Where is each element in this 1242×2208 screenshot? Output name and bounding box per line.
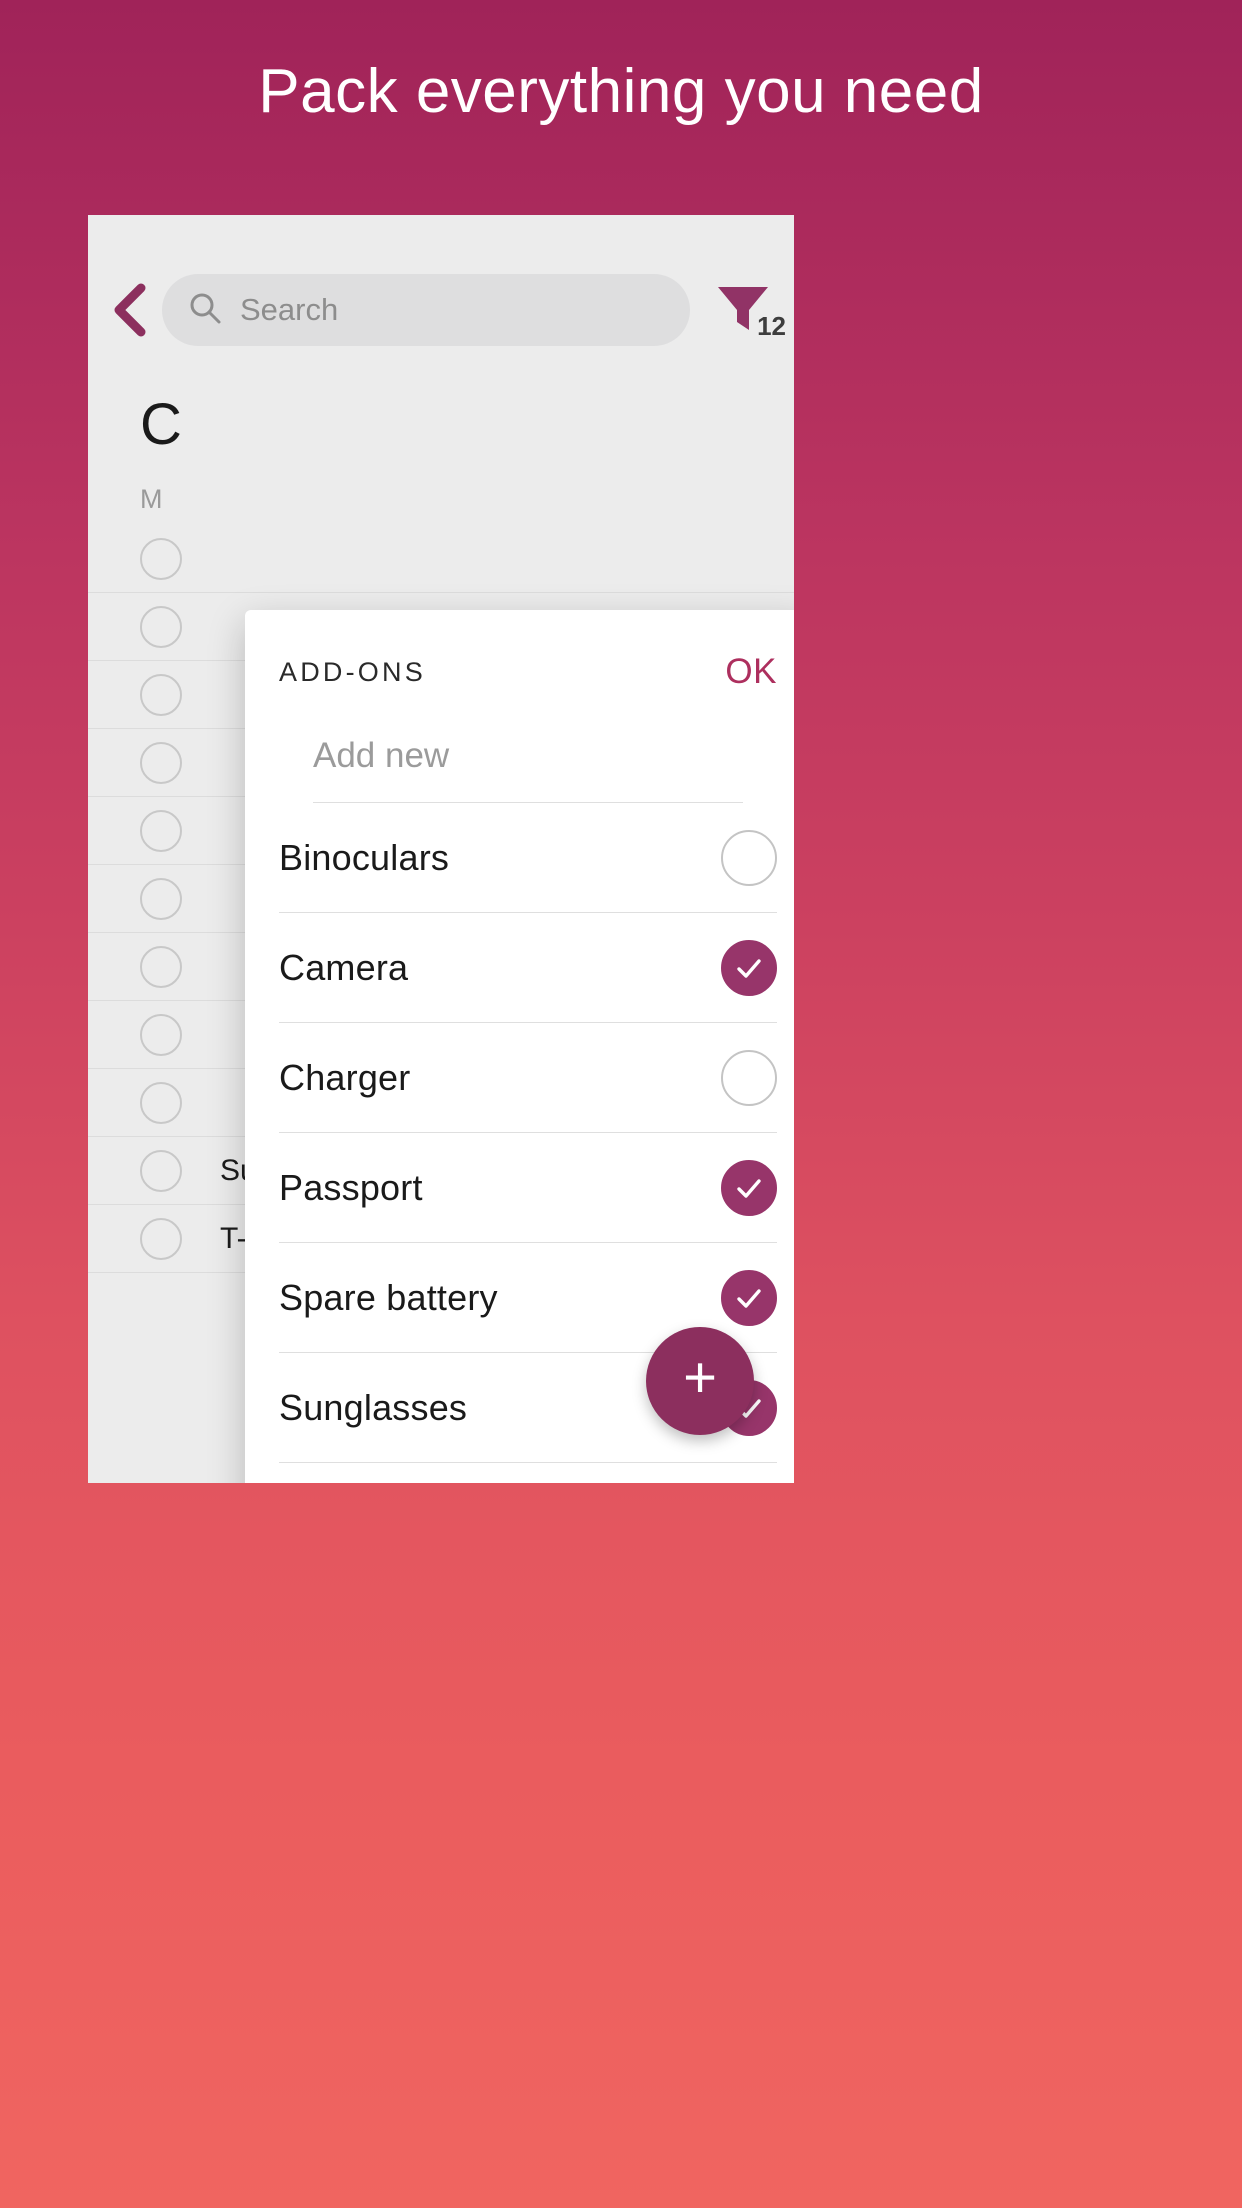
filter-button[interactable]: 12 bbox=[712, 277, 786, 344]
checkbox-circle-icon[interactable] bbox=[140, 877, 182, 920]
checkbox-circle-icon[interactable] bbox=[140, 1013, 182, 1056]
addon-row-passport[interactable]: Passport bbox=[279, 1133, 777, 1243]
checkbox-circle-icon[interactable] bbox=[140, 1149, 182, 1192]
addon-row-camera[interactable]: Camera bbox=[279, 913, 777, 1023]
plus-icon: + bbox=[683, 1345, 717, 1410]
addon-row-binoculars[interactable]: Binoculars bbox=[279, 803, 777, 913]
add-new-input[interactable]: Add new bbox=[313, 714, 743, 803]
background-row[interactable] bbox=[88, 525, 794, 593]
chevron-left-icon bbox=[109, 282, 149, 338]
addon-label: Spare battery bbox=[279, 1276, 498, 1318]
addon-label: Charger bbox=[279, 1056, 411, 1098]
filter-count-badge: 12 bbox=[757, 310, 786, 341]
search-icon bbox=[188, 291, 222, 330]
check-icon bbox=[737, 1178, 761, 1198]
dialog-header: ADD-ONS OK bbox=[245, 610, 794, 714]
checkbox-circle-icon[interactable] bbox=[140, 809, 182, 852]
add-item-fab[interactable]: + bbox=[646, 1327, 754, 1435]
check-icon bbox=[737, 1288, 761, 1308]
dialog-title: ADD-ONS bbox=[279, 656, 426, 687]
background-title: C bbox=[140, 392, 182, 457]
checkbox-camera[interactable] bbox=[721, 939, 777, 996]
checkbox-circle-icon[interactable] bbox=[140, 1217, 182, 1260]
checkbox-binoculars[interactable] bbox=[721, 829, 777, 886]
addon-label: Camera bbox=[279, 946, 409, 988]
checkbox-circle-icon[interactable] bbox=[140, 945, 182, 988]
page-title: Pack everything you need bbox=[258, 57, 984, 126]
phone-screen: Search 12 C M › bbox=[88, 215, 794, 1483]
checkbox-circle-icon[interactable] bbox=[140, 537, 182, 580]
add-new-wrap: Add new bbox=[245, 714, 794, 803]
app-bar: Search 12 bbox=[88, 255, 794, 365]
search-input[interactable]: Search bbox=[162, 274, 690, 346]
addon-row-toothbrush[interactable]: Toothbrush bbox=[279, 1463, 777, 1483]
checkbox-circle-icon[interactable] bbox=[140, 741, 182, 784]
background-subtitle: M bbox=[140, 484, 163, 514]
checkbox-circle-icon[interactable] bbox=[140, 605, 182, 648]
addon-row-charger[interactable]: Charger bbox=[279, 1023, 777, 1133]
back-button[interactable] bbox=[102, 275, 156, 345]
addon-label: Binoculars bbox=[279, 836, 450, 878]
checkbox-circle-icon[interactable] bbox=[140, 1081, 182, 1124]
checkbox-charger[interactable] bbox=[721, 1049, 777, 1106]
checkbox-passport[interactable] bbox=[721, 1159, 777, 1216]
check-icon bbox=[737, 958, 761, 978]
checkbox-circle-icon[interactable] bbox=[140, 673, 182, 716]
search-placeholder: Search bbox=[240, 292, 339, 327]
addon-label: Passport bbox=[279, 1166, 423, 1208]
ok-button[interactable]: OK bbox=[725, 652, 777, 692]
checkbox-spare-battery[interactable] bbox=[721, 1269, 777, 1326]
